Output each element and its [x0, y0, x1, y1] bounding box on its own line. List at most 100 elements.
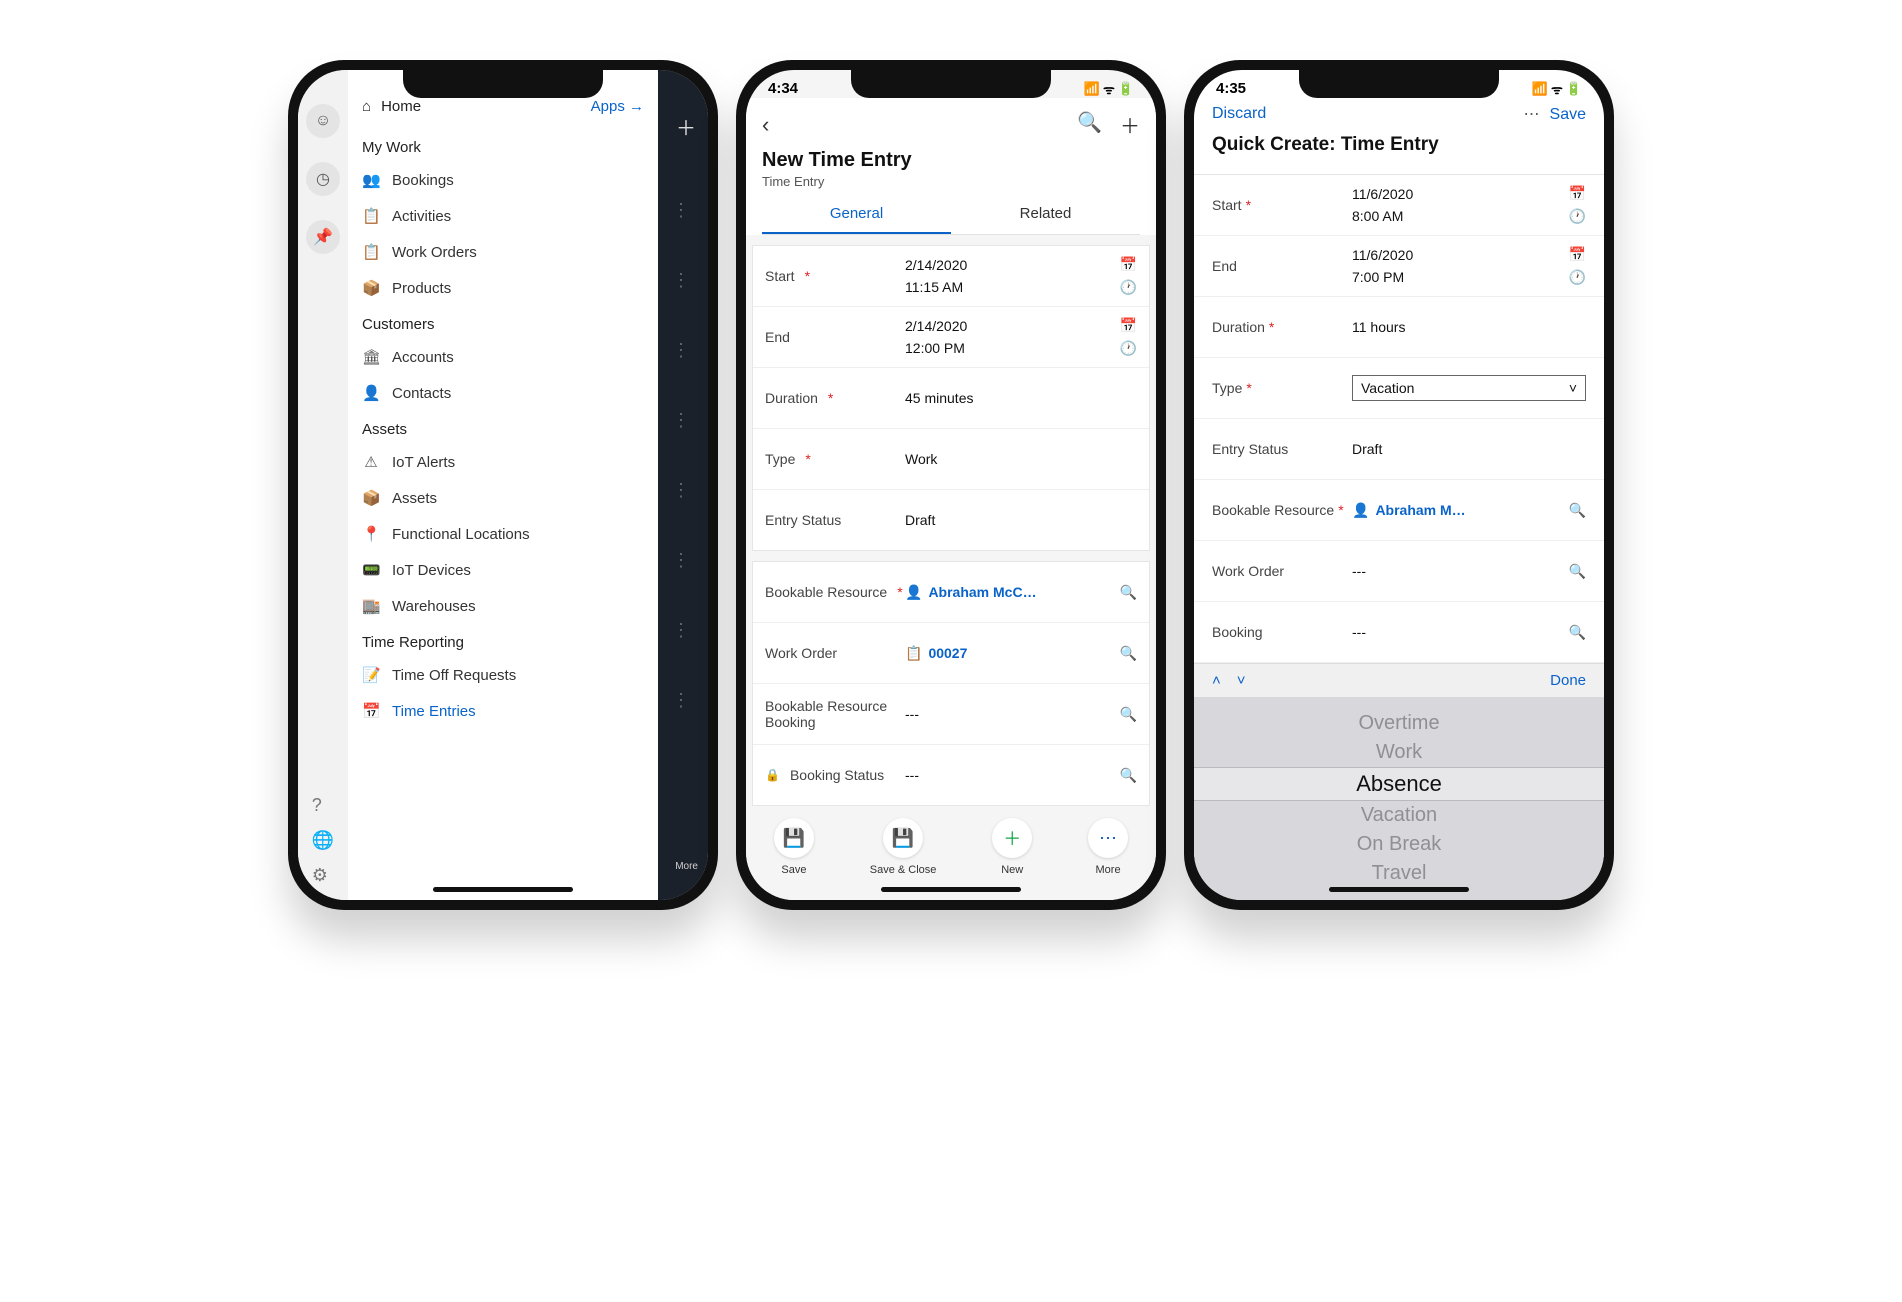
nav-work-orders[interactable]: 📋Work Orders [348, 234, 658, 270]
lookup-icon[interactable]: 🔍 [1120, 706, 1137, 723]
home-icon: ⌂ [362, 98, 371, 115]
nav-activities[interactable]: 📋Activities [348, 198, 658, 234]
gear-icon[interactable]: ⚙ [312, 865, 334, 886]
ios-picker[interactable]: OvertimeWorkAbsenceVacationOn BreakTrave… [1194, 697, 1604, 900]
row-kebab-icon[interactable]: ⋮ [672, 620, 690, 641]
field-work-order[interactable]: Work Order 📋00027 🔍 [753, 623, 1149, 684]
row-kebab-icon[interactable]: ⋮ [672, 550, 690, 571]
tab-related[interactable]: Related [951, 195, 1140, 234]
more-icon[interactable]: ⋯ [1524, 106, 1542, 123]
picker-option[interactable]: Travel [1372, 859, 1427, 888]
field-duration[interactable]: Duration* 11 hours [1194, 297, 1604, 358]
field-booking-status[interactable]: 🔒Booking Status --- 🔍 [753, 745, 1149, 805]
nav-iot-alerts[interactable]: ⚠IoT Alerts [348, 444, 658, 480]
row-kebab-icon[interactable]: ⋮ [672, 270, 690, 291]
more-button[interactable]: ⋯More [1088, 818, 1128, 876]
clock-icon[interactable]: 🕐 [1120, 340, 1137, 357]
nav-time-off-requests[interactable]: 📝Time Off Requests [348, 657, 658, 693]
field-bookable-resource[interactable]: Bookable Resource* 👤Abraham M… 🔍 [1194, 480, 1604, 541]
discard-button[interactable]: Discard [1212, 105, 1266, 123]
back-icon[interactable]: ‹ [762, 112, 769, 138]
avatar-icon[interactable]: ☺ [306, 104, 340, 138]
field-entry-status[interactable]: Entry Status Draft [1194, 419, 1604, 480]
nav-iot-devices[interactable]: 📟IoT Devices [348, 552, 658, 588]
row-kebab-icon[interactable]: ⋮ [672, 410, 690, 431]
done-button[interactable]: Done [1550, 672, 1586, 689]
section-time-reporting: Time Reporting [348, 624, 658, 657]
lookup-icon[interactable]: 🔍 [1120, 584, 1137, 601]
more-label[interactable]: More [675, 861, 698, 872]
picker-option[interactable]: Vacation [1361, 801, 1437, 830]
person-icon: 👤 [905, 584, 922, 601]
clock-icon[interactable]: 🕐 [1569, 208, 1586, 225]
field-start[interactable]: Start* 11/6/20208:00 AM 📅🕐 [1194, 175, 1604, 236]
row-kebab-icon[interactable]: ⋮ [672, 200, 690, 221]
type-select[interactable]: Vacation˅ [1352, 375, 1586, 401]
field-start[interactable]: Start* 2/14/202011:15 AM 📅🕐 [753, 246, 1149, 307]
nav-contacts[interactable]: 👤Contacts [348, 375, 658, 411]
save-button[interactable]: 💾Save [774, 818, 814, 876]
tab-general[interactable]: General [762, 195, 951, 234]
calendar-icon[interactable]: 📅 [1569, 185, 1586, 202]
phone-2-form: 4:34 📶ᯤ🔋 ‹ 🔍＋ New Time Entry Time Entry … [736, 60, 1166, 910]
field-entry-status[interactable]: Entry Status Draft [753, 490, 1149, 550]
nav-accounts[interactable]: 🏛Accounts [348, 339, 658, 375]
field-end[interactable]: End 2/14/202012:00 PM 📅🕐 [753, 307, 1149, 368]
field-work-order[interactable]: Work Order --- 🔍 [1194, 541, 1604, 602]
field-end[interactable]: End 11/6/20207:00 PM 📅🕐 [1194, 236, 1604, 297]
nav-assets[interactable]: 📦Assets [348, 480, 658, 516]
clipboard-icon: 📋 [362, 243, 380, 261]
lookup-icon[interactable]: 🔍 [1569, 563, 1586, 580]
globe-icon[interactable]: 🌐 [312, 830, 334, 851]
clock-icon[interactable]: 🕐 [1569, 269, 1586, 286]
calendar-icon[interactable]: 📅 [1569, 246, 1586, 263]
nav-products[interactable]: 📦Products [348, 270, 658, 306]
apps-link[interactable]: Apps → [591, 98, 644, 115]
help-icon[interactable]: ? [312, 795, 334, 816]
lookup-icon[interactable]: 🔍 [1120, 645, 1137, 662]
field-bookable-resource[interactable]: Bookable Resource* 👤Abraham McC… 🔍 [753, 562, 1149, 623]
add-icon[interactable]: ＋ [676, 112, 696, 141]
row-kebab-icon[interactable]: ⋮ [672, 340, 690, 361]
new-button[interactable]: ＋New [992, 818, 1032, 876]
save-button[interactable]: Save [1550, 106, 1586, 123]
nav-functional-locations[interactable]: 📍Functional Locations [348, 516, 658, 552]
lookup-icon[interactable]: 🔍 [1569, 624, 1586, 641]
picker-option[interactable]: On Break [1357, 830, 1441, 859]
chevron-down-icon[interactable]: ˅ [1237, 672, 1246, 689]
calendar-icon: 📅 [362, 702, 380, 720]
clock-icon[interactable]: 🕐 [1120, 279, 1137, 296]
phone-1-nav: ☺ ◷ 📌 ? 🌐 ⚙ ⌂ Home Apps → My Work [288, 60, 718, 910]
nav-menu: ⌂ Home Apps → My Work 👥Bookings 📋Activit… [348, 70, 658, 900]
page-title: Quick Create: Time Entry [1194, 134, 1604, 174]
section-my-work: My Work [348, 129, 658, 162]
field-type[interactable]: Type* Work [753, 429, 1149, 490]
lookup-icon[interactable]: 🔍 [1120, 767, 1137, 784]
wifi-icon: ᯤ [1103, 80, 1115, 98]
signal-icon: 📶 [1532, 81, 1548, 97]
calendar-icon[interactable]: 📅 [1120, 317, 1137, 334]
search-icon[interactable]: 🔍 [1077, 110, 1102, 139]
clock-icon[interactable]: ◷ [306, 162, 340, 196]
field-duration[interactable]: Duration* 45 minutes [753, 368, 1149, 429]
home-label[interactable]: Home [381, 98, 421, 115]
nav-warehouses[interactable]: 🏬Warehouses [348, 588, 658, 624]
chevron-up-icon[interactable]: ˄ [1212, 672, 1221, 689]
picker-option[interactable]: Work [1376, 738, 1422, 767]
add-icon[interactable]: ＋ [1120, 110, 1140, 139]
lookup-icon[interactable]: 🔍 [1569, 502, 1586, 519]
page-subtitle: Time Entry [762, 174, 1140, 189]
pin-icon[interactable]: 📌 [306, 220, 340, 254]
nav-time-entries[interactable]: 📅Time Entries [348, 693, 658, 729]
row-kebab-icon[interactable]: ⋮ [672, 690, 690, 711]
nav-bookings[interactable]: 👥Bookings [348, 162, 658, 198]
row-kebab-icon[interactable]: ⋮ [672, 480, 690, 501]
field-booking[interactable]: Booking --- 🔍 [1194, 602, 1604, 663]
save-close-icon: 💾 [883, 818, 923, 858]
picker-option[interactable]: Absence [1194, 767, 1604, 801]
picker-option[interactable]: Overtime [1358, 709, 1439, 738]
save-close-button[interactable]: 💾Save & Close [870, 818, 937, 876]
field-type[interactable]: Type* Vacation˅ [1194, 358, 1604, 419]
calendar-icon[interactable]: 📅 [1120, 256, 1137, 273]
field-bookable-resource-booking[interactable]: Bookable Resource Booking --- 🔍 [753, 684, 1149, 745]
